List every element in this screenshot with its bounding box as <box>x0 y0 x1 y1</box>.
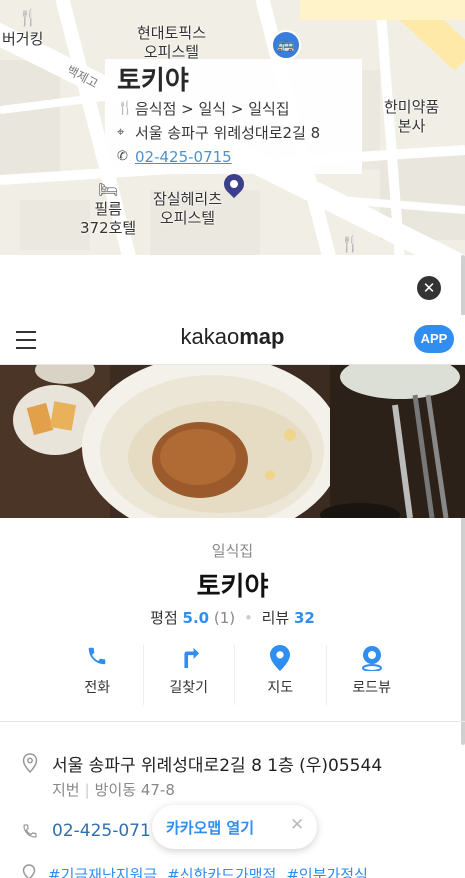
logo-text-bold: map <box>239 324 285 349</box>
info-card-phone-row: ✆ 02-425-0715 <box>117 145 350 169</box>
roadview-button[interactable]: 로드뷰 <box>327 645 418 705</box>
map-label-film-hotel: 필름 372호텔 <box>80 200 137 237</box>
open-kakaomap-label: 카카오맵 열기 <box>166 819 255 837</box>
phone-icon: ✆ <box>117 149 128 164</box>
roadview-label: 로드뷰 <box>352 680 392 696</box>
info-card-phone-link[interactable]: 02-425-0715 <box>135 145 232 169</box>
section-divider <box>0 721 465 722</box>
address-lot-label: 지번 <box>52 781 80 799</box>
info-card-category-row: 🍴 음식점 > 일식 > 일식집 <box>117 97 350 121</box>
map-button[interactable]: 지도 <box>235 645 327 705</box>
tag-item[interactable]: #신한카드가맹점 <box>167 864 276 878</box>
action-bar: 전화 길찾기 지도 로드뷰 <box>52 645 417 705</box>
tag-icon <box>22 864 48 878</box>
open-kakaomap-button[interactable]: 카카오맵 열기 ✕ <box>152 805 317 849</box>
dismiss-icon[interactable]: ✕ <box>290 815 304 835</box>
location-icon <box>22 753 38 774</box>
info-card-title: 토키야 <box>117 66 189 96</box>
kakaomap-logo[interactable]: kakaomap <box>0 324 465 350</box>
fork-knife-icon: 🍴 <box>117 101 134 116</box>
tags-row: #기금재난지원금 #신한카드가맹점 #인분가정식 <box>22 864 465 878</box>
place-info-card[interactable]: 토키야 🍴 음식점 > 일식 > 일식집 ⌖ 서울 송파구 위례성대로2길 8 … <box>105 59 362 174</box>
close-button[interactable]: ✕ <box>417 276 441 300</box>
map-label-hyundai-topics: 현대토픽스 오피스텔 <box>137 24 207 61</box>
map-label: 지도 <box>267 680 294 696</box>
map-label-burger-king: 버거킹 <box>2 30 44 48</box>
rating-row: 평점 5.0 (1) • 리뷰 32 <box>0 607 465 628</box>
address-main[interactable]: 서울 송파구 위례성대로2길 8 1층 (우)05544 <box>52 751 382 776</box>
place-name: 토키야 <box>196 572 269 602</box>
map-label-pharmacy: 한미약품 본사 <box>384 98 440 135</box>
location-icon: ⌖ <box>117 125 125 140</box>
address-lot: 방이동 47-8 <box>94 781 175 799</box>
map-label-jamsil-heritage: 잠실헤리츠 오피스텔 <box>153 190 223 227</box>
directions-icon <box>176 645 202 673</box>
rating-label: 평점 <box>150 609 178 627</box>
phone-icon <box>84 645 110 673</box>
info-card-category: 음식점 > 일식 > 일식집 <box>135 100 290 118</box>
separator: | <box>84 781 90 799</box>
app-header: kakaomap APP <box>0 315 465 365</box>
logo-text-light: kakao <box>180 324 240 349</box>
phone-number-link[interactable]: 02-425-071 <box>52 821 151 841</box>
rating-value[interactable]: 5.0 <box>183 609 210 627</box>
place-photo[interactable] <box>0 365 465 518</box>
food-photo-image <box>0 365 465 518</box>
restaurant-icon: 🍴 <box>18 8 38 27</box>
tag-item[interactable]: #기금재난지원금 <box>48 864 157 878</box>
address-lot-row: 지번 | 방이동 47-8 <box>52 779 175 800</box>
call-button[interactable]: 전화 <box>52 645 144 705</box>
place-category: 일식집 <box>211 542 254 560</box>
app-button[interactable]: APP <box>414 325 454 353</box>
hotel-icon: 🛏 <box>98 180 119 199</box>
info-card-address: 서울 송파구 위례성대로2길 8 <box>135 124 321 142</box>
rating-count: (1) <box>213 609 236 627</box>
directions-button[interactable]: 길찾기 <box>144 645 235 705</box>
roadview-icon <box>359 645 385 673</box>
review-label: 리뷰 <box>261 609 290 627</box>
tag-item[interactable]: #인분가정식 <box>286 864 368 878</box>
directions-label: 길찾기 <box>169 680 209 696</box>
restaurant-icon: 🍴 <box>340 234 360 253</box>
phone-outline-icon <box>22 823 38 843</box>
separator-dot: • <box>243 609 253 627</box>
info-card-address-row: ⌖ 서울 송파구 위례성대로2길 8 <box>117 121 350 145</box>
review-count[interactable]: 32 <box>294 609 315 627</box>
call-label: 전화 <box>84 680 111 696</box>
map-view[interactable]: 🍴 버거킹 현대토픽스 오피스텔 백제고 🚌 한미약품 본사 🛏 필름 372호… <box>0 0 465 255</box>
bus-stop-icon[interactable]: 🚌 <box>271 30 301 60</box>
map-pin-icon <box>267 645 293 673</box>
